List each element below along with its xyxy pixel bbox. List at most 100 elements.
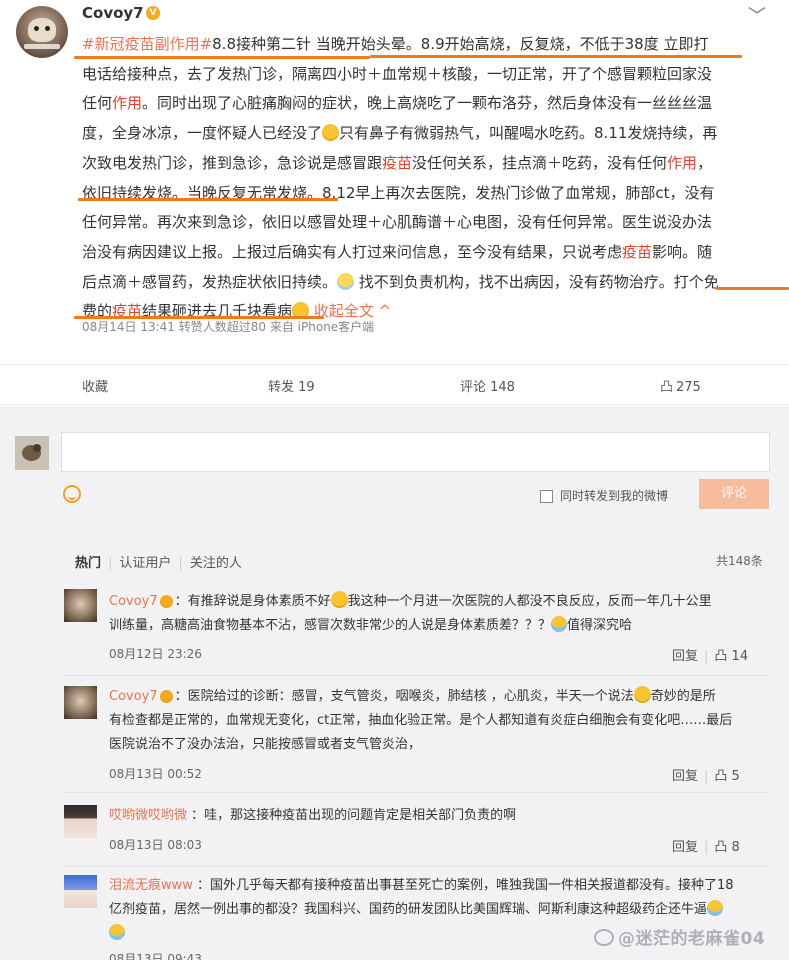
text-segment: 值得深究哈: [567, 618, 633, 633]
text-segment: 作用: [667, 153, 698, 172]
post-line: 任何异常。再次来到急诊，依旧以感冒处理＋心肌酶谱＋心电图，没有任何异常。医生说没…: [82, 208, 772, 238]
text-segment: ，: [697, 153, 713, 172]
text-segment: 电话给接种点，去了发热门诊，隔离四小时＋血常规＋核酸，一切正常，开了个感冒颗粒回…: [82, 64, 713, 83]
collect-button[interactable]: 收藏: [82, 376, 108, 395]
tab-verified[interactable]: 认证用户: [119, 556, 171, 571]
weibo-logo-icon: [594, 929, 614, 946]
avatar-eye: [45, 26, 50, 31]
reply-separator: |: [704, 649, 709, 664]
submit-comment-button[interactable]: 评论: [699, 479, 769, 509]
comment-like-count: 5: [731, 769, 740, 784]
text-segment: 作用: [112, 94, 143, 113]
text-segment: 找不到负责机构，找不出病因，没有药物治疗。打个免: [354, 272, 719, 291]
comment-divider: [64, 866, 769, 867]
comment-date: 08月13日 08:03: [109, 838, 202, 852]
post-body: #新冠疫苗副作用#8.8接种第二针 当晚开始头晕。8.9开始高烧，反复烧，不低于…: [82, 30, 772, 327]
reply-separator: |: [704, 769, 709, 784]
commenter-avatar[interactable]: [64, 805, 97, 838]
post-meta: 08月14日 13:41 转赞人数超过80 来自 iPhone客户端: [82, 320, 375, 334]
text-segment: ：哇，那这接种疫苗出现的问题肯定是相关部门负责的啊: [187, 808, 517, 823]
author-name[interactable]: Covoy7: [82, 4, 144, 22]
sparrow-head: [33, 444, 41, 452]
author-avatar[interactable]: [16, 6, 68, 58]
comment-filters: 热门 | 认证用户 | 关注的人: [75, 552, 242, 571]
post-line: 电话给接种点，去了发热门诊，隔离四小时＋血常规＋核酸，一切正常，开了个感冒颗粒回…: [82, 60, 772, 90]
weibo-post: Covoy7 V ﹀ #新冠疫苗副作用#8.8接种第二针 当晚开始头晕。8.9开…: [0, 0, 789, 405]
text-segment: 任何异常。再次来到急诊，依旧以感冒处理＋心肌酶谱＋心电图，没有任何异常。医生说没…: [82, 213, 713, 232]
chevron-down-icon[interactable]: ﹀: [748, 2, 766, 28]
text-segment: 疫苗: [622, 242, 653, 261]
reply-button[interactable]: 回复: [672, 840, 698, 855]
text-segment: 只有鼻子有微弱热气，叫醒喝水吃药。8.11发烧持续，再: [339, 124, 718, 143]
comment-line: 有检查都是正常的，血常规无变化，ct正常，抽血化验正常。是个人都知道有炎症白细胞…: [109, 709, 769, 733]
commenter-name[interactable]: Covoy7: [109, 594, 158, 609]
filter-separator: |: [108, 556, 113, 571]
thumbs-up-icon[interactable]: 凸: [714, 649, 731, 664]
avatar-eye: [34, 26, 39, 31]
like-button[interactable]: 凸 275: [660, 376, 701, 395]
thumbs-up-icon[interactable]: 凸: [714, 769, 731, 784]
cry-emoji-icon: [109, 924, 125, 940]
emoji-picker-icon[interactable]: [63, 485, 81, 503]
comment-actions: 回复 | 凸 5: [672, 765, 740, 784]
text-segment: 奇妙的是所: [650, 689, 716, 704]
comment-input[interactable]: [61, 432, 770, 472]
comment-line: 医院说治不了没办法治，只能按感冒或者支气管炎治，: [109, 733, 769, 757]
commenter-name[interactable]: 哎哟微哎哟微: [109, 808, 187, 823]
comment-text: 哎哟微哎哟微 ：哇，那这接种疫苗出现的问题肯定是相关部门负责的啊: [109, 804, 769, 828]
reply-button[interactable]: 回复: [672, 769, 698, 784]
commenter-avatar[interactable]: [64, 686, 97, 719]
reply-separator: |: [704, 840, 709, 855]
text-segment: 。同时出现了心脏痛胸闷的症状，晚上高烧吃了一颗布洛芬，然后身体没有一丝丝丝温: [142, 94, 713, 113]
comment-text: Covoy7 ：医院给过的诊断：感冒，支气管炎，咽喉炎，肺结核 ，心肌炎，半天一个…: [109, 685, 769, 757]
text-segment: ：医院给过的诊断：感冒，支气管炎，咽喉炎，肺结核 ，心肌炎，半天一个说法: [174, 689, 634, 704]
cry-emoji-icon: [551, 616, 568, 632]
comment-text: Covoy7 ：有推辞说是身体素质不好 我这种一个月进一次医院的人都没不良反应，反而…: [109, 590, 769, 638]
text-segment: 后点滴＋感冒药，发热症状依旧持续。: [82, 272, 338, 291]
commenter-name[interactable]: Covoy7: [109, 689, 158, 704]
vip-emoji-icon: [159, 595, 173, 608]
comment-divider: [64, 675, 769, 676]
thumbs-up-icon[interactable]: 凸: [714, 840, 731, 855]
comment-actions: 回复 | 凸 8: [672, 836, 740, 855]
comment-total: 共148条: [716, 554, 763, 568]
text-segment: 训练量，高糖高油食物基本不沾，感冒次数非常少的人说是身体素质差？？？: [109, 618, 552, 633]
text-segment: 亿剂疫苗，居然一例出事的都没？我国科兴、国药的研发团队比美国辉瑞、阿斯利康这种超…: [109, 902, 708, 917]
vip-badge-icon: V: [146, 6, 160, 20]
commenter-avatar[interactable]: [64, 589, 97, 622]
hashtag-link[interactable]: #新冠疫苗副作用#: [82, 35, 212, 53]
text-segment: 任何: [82, 94, 113, 113]
comment-date: 08月13日 00:52: [109, 767, 202, 781]
like-count: 275: [676, 380, 701, 395]
smile-emoji-icon: [330, 591, 348, 608]
tab-following[interactable]: 关注的人: [190, 556, 242, 571]
comment-like-count: 14: [731, 649, 749, 664]
filter-separator: |: [178, 556, 183, 571]
smile-emoji-icon: [322, 124, 340, 142]
current-user-avatar: [15, 436, 49, 470]
text-segment: 没任何关系，挂点滴＋吃药，没有任何: [412, 153, 668, 172]
highlight-underline: [78, 198, 338, 201]
text-segment: 度，全身冰凉，一度怀疑人已经没了: [82, 124, 323, 143]
text-segment: 治没有病因建议上报。上报过后确实有人打过来问信息，至今没有结果，只说考虑: [82, 242, 623, 261]
post-action-bar: 收藏 转发 19 评论 148 凸 275: [0, 364, 789, 404]
tab-hot[interactable]: 热门: [75, 556, 101, 571]
reply-button[interactable]: 回复: [672, 649, 698, 664]
watermark: @迷茫的老麻雀04: [594, 924, 765, 949]
avatar-face: [28, 18, 56, 42]
also-forward-checkbox[interactable]: [540, 490, 553, 503]
thumbs-up-icon: 凸: [660, 380, 674, 395]
comment-button[interactable]: 评论 148: [460, 376, 515, 395]
commenter-avatar[interactable]: [64, 875, 97, 908]
comment-line: 哎哟微哎哟微 ：哇，那这接种疫苗出现的问题肯定是相关部门负责的啊: [109, 804, 769, 828]
text-segment: ：国外几乎每天都有接种疫苗出事甚至死亡的案例，唯独我国一件相关报道都没有。接种了…: [192, 878, 734, 893]
post-line: 次致电发热门诊，推到急诊，急诊说是感冒跟疫苗没任何关系，挂点滴＋吃药，没有任何作…: [82, 149, 772, 179]
vip-emoji-icon: [159, 690, 173, 703]
post-line: 依旧持续发烧。当晚反复无常发烧。8.12早上再次去医院，发热门诊做了血常规，肺部…: [82, 179, 772, 209]
comment-line: 训练量，高糖高油食物基本不沾，感冒次数非常少的人说是身体素质差？？？ 值得深究哈: [109, 614, 769, 638]
cry-emoji-icon: [707, 900, 724, 916]
text-segment: 影响。随: [652, 242, 713, 261]
highlight-underline: [716, 287, 789, 290]
forward-button[interactable]: 转发 19: [268, 376, 315, 395]
commenter-name[interactable]: 泪流无痕www: [109, 878, 193, 893]
